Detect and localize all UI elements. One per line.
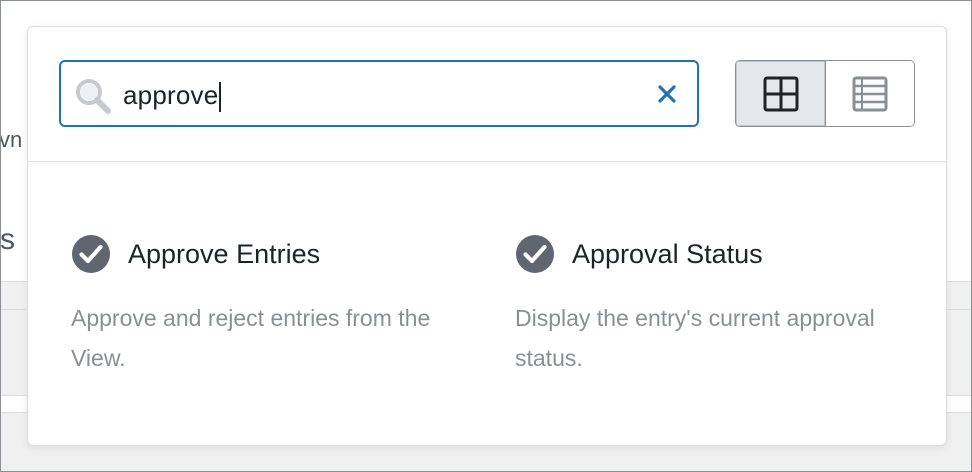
background-text-fragment: vn	[0, 127, 23, 152]
background-text-fragment: s	[0, 223, 15, 256]
grid-view-button[interactable]	[736, 61, 825, 126]
result-header: Approval Status	[515, 232, 935, 276]
list-view-button[interactable]	[825, 61, 914, 126]
checkmark-circle-icon	[72, 235, 110, 273]
result-description: Approve and reject entries from the View…	[71, 305, 431, 371]
popover-header: approve	[28, 27, 946, 162]
list-view-icon	[852, 76, 888, 111]
view-mode-toggle	[735, 60, 915, 127]
field-picker-popover: approve Approve Entries Approve and reje…	[27, 26, 947, 446]
search-input-value[interactable]: approve	[123, 79, 222, 113]
result-title: Approve Entries	[128, 238, 321, 269]
result-item-approve-entries[interactable]: Approve Entries Approve and reject entri…	[71, 232, 491, 378]
result-description: Display the entry's current approval sta…	[515, 305, 875, 371]
grid-view-icon	[763, 76, 798, 111]
window-frame: vn s approve Approve Entries Approve and…	[0, 0, 972, 472]
search-query-text: approve	[123, 80, 219, 110]
search-input[interactable]: approve	[59, 60, 699, 127]
search-icon	[76, 79, 111, 114]
result-title: Approval Status	[572, 238, 763, 269]
result-header: Approve Entries	[71, 232, 491, 276]
close-icon[interactable]	[655, 82, 679, 106]
text-caret	[219, 82, 222, 113]
search-results: Approve Entries Approve and reject entri…	[28, 162, 946, 445]
result-item-approval-status[interactable]: Approval Status Display the entry's curr…	[515, 232, 935, 378]
checkmark-circle-icon	[516, 235, 554, 273]
